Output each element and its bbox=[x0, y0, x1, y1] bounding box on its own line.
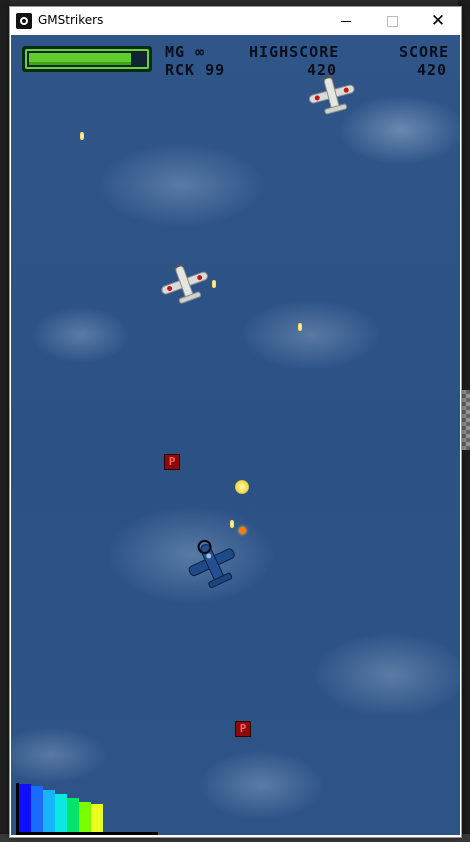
rocket-ammo: RCK 99 bbox=[165, 61, 226, 79]
bullet-icon bbox=[239, 527, 246, 534]
power-meter-bar bbox=[31, 786, 43, 832]
power-meter-bar bbox=[43, 790, 55, 832]
minimize-icon bbox=[341, 20, 351, 22]
minimize-button[interactable] bbox=[323, 7, 369, 35]
bullet-icon bbox=[230, 520, 234, 528]
window-title: GMStrikers bbox=[38, 13, 104, 27]
power-meter-bar bbox=[91, 804, 103, 832]
bullet-icon bbox=[212, 280, 216, 288]
app-icon bbox=[16, 13, 32, 29]
close-icon: ✕ bbox=[430, 10, 446, 31]
health-bar bbox=[22, 46, 152, 72]
close-button[interactable]: ✕ bbox=[415, 7, 461, 35]
score-value: 420 bbox=[417, 61, 448, 79]
enemy-plane-icon bbox=[161, 263, 208, 304]
pickup-icon: P bbox=[164, 454, 180, 470]
highscore-label: HIGHSCORE bbox=[249, 43, 340, 61]
game-canvas[interactable]: MG ∞ RCK 99 HIGHSCORE 420 SCORE 420 P P bbox=[11, 35, 460, 835]
power-meter-bar bbox=[67, 798, 79, 832]
power-meter-bar bbox=[19, 784, 31, 832]
power-meter-bar bbox=[79, 802, 91, 832]
title-bar[interactable]: GMStrikers ✕ bbox=[10, 7, 461, 35]
power-meter-bar bbox=[55, 794, 67, 832]
game-window: GMStrikers ✕ MG ∞ RCK 99 HIGHSCORE 420 S… bbox=[9, 6, 462, 838]
enemy-plane-icon bbox=[308, 75, 355, 115]
bullet-icon bbox=[298, 323, 302, 331]
maximize-button[interactable] bbox=[369, 7, 415, 35]
maximize-icon bbox=[386, 15, 398, 27]
health-bar-fill bbox=[29, 53, 131, 65]
power-meter bbox=[16, 783, 158, 835]
bullet-icon bbox=[235, 480, 249, 494]
machine-gun-ammo: MG ∞ bbox=[165, 43, 206, 61]
bullet-icon bbox=[80, 132, 84, 140]
player-plane-icon bbox=[188, 539, 235, 589]
score-label: SCORE bbox=[399, 43, 450, 61]
pickup-icon: P bbox=[235, 721, 251, 737]
